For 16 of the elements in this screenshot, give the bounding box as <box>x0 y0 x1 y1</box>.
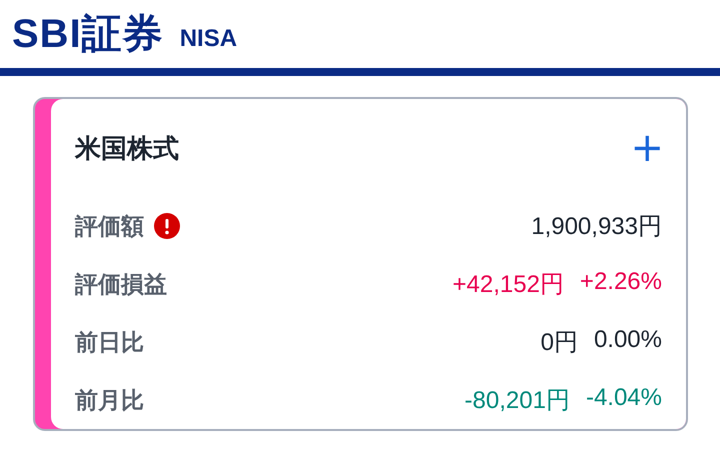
value-text: +2.26% <box>580 268 662 297</box>
value-text: 1,900,933円 <box>531 212 662 242</box>
nisa-label: NISA <box>180 25 238 53</box>
value-text: +42,152円 <box>452 270 564 300</box>
value-text: -80,201円 <box>464 386 570 416</box>
warning-icon[interactable] <box>154 213 180 239</box>
row-label: 前日比 <box>75 328 144 358</box>
row-label: 前月比 <box>75 386 144 416</box>
card-title: 米国株式 <box>75 132 179 166</box>
row-label: 評価額 <box>75 212 144 242</box>
add-button[interactable]: + <box>630 128 664 168</box>
row-label: 評価損益 <box>75 270 167 300</box>
brand-logo: SBI証券 <box>12 14 164 54</box>
value-text: 0円 <box>540 328 578 358</box>
value-text: 0.00% <box>594 326 662 355</box>
value-text: -4.04% <box>586 384 662 413</box>
